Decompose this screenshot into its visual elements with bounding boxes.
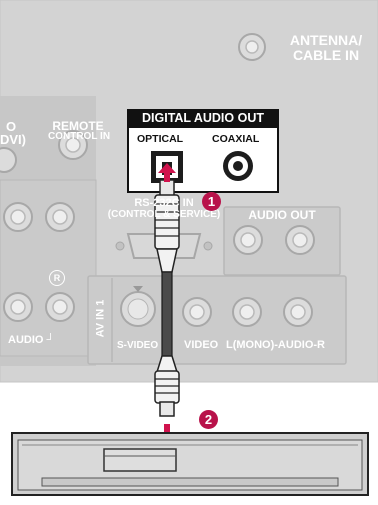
antenna-label: ANTENNA/ CABLE IN (289, 32, 363, 63)
step-1-badge: 1 (202, 192, 221, 211)
video-label: VIDEO (184, 339, 219, 351)
audio-out-label: AUDIO OUT (248, 208, 316, 222)
bracket-icon: ┘ (46, 334, 55, 346)
optical-label: OPTICAL (137, 133, 184, 145)
cable-plug-bottom (154, 355, 180, 417)
optical-cable (161, 271, 173, 357)
step-2-badge: 2 (199, 410, 218, 429)
digital-audio-title: DIGITAL AUDIO OUT (142, 111, 264, 125)
svideo-label: S-VIDEO (117, 340, 159, 351)
remote-control-label: REMOTE CONTROL IN (48, 119, 111, 142)
l-mono-label: L(MONO)-AUDIO-R (226, 339, 325, 351)
hdmi-partial-label: O DVI) (0, 119, 26, 147)
coaxial-label: COAXIAL (212, 133, 260, 145)
audio-left-label: AUDIO ┘ (8, 334, 55, 346)
r-marker: R (49, 270, 65, 286)
connection-diagram (0, 0, 378, 496)
av-in-label: AV IN 1 (94, 299, 107, 338)
audio-device (11, 432, 369, 496)
